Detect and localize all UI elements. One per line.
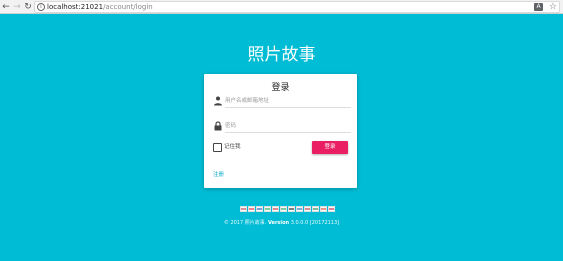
login-button[interactable]: 登录 (312, 141, 348, 154)
username-field (214, 95, 351, 109)
address-bar[interactable]: i localhost:21021/account/login A ☆ (34, 1, 560, 13)
password-input[interactable] (225, 120, 351, 133)
language-flag-icon[interactable] (320, 206, 327, 212)
footer-version-label: Version (267, 220, 290, 226)
password-field (214, 120, 351, 134)
login-card: 登录 记住我 登录 注册 (204, 74, 357, 188)
person-icon (214, 96, 222, 106)
info-icon[interactable]: i (37, 3, 45, 11)
url-text[interactable]: localhost:21021/account/login (47, 2, 153, 12)
remember-me-label[interactable]: 记住我 (224, 143, 241, 152)
language-flag-icon[interactable] (328, 206, 335, 212)
forward-arrow-icon[interactable]: → (12, 1, 22, 13)
language-switcher (240, 206, 335, 213)
footer: © 2017 照片故事. Version 3.0.0.0 [20172113] (0, 219, 563, 227)
language-flag-icon[interactable] (256, 206, 263, 212)
reload-icon[interactable]: ↻ (23, 1, 33, 13)
language-flag-icon[interactable] (248, 206, 255, 212)
language-flag-icon[interactable] (296, 206, 303, 212)
login-title: 登录 (271, 83, 290, 93)
footer-version: 3.0.0.0 [20172113] (290, 220, 340, 226)
register-link[interactable]: 注册 (213, 171, 224, 179)
language-flag-icon[interactable] (312, 206, 319, 212)
language-flag-icon[interactable] (280, 206, 287, 212)
lock-icon (214, 121, 222, 131)
back-arrow-icon[interactable]: ← (1, 1, 11, 13)
language-flag-icon[interactable] (304, 206, 311, 212)
url-host: localhost:21021 (47, 3, 104, 11)
footer-copyright: © 2017 照片故事. (223, 220, 267, 226)
browser-toolbar: ← → ↻ i localhost:21021/account/login A … (0, 0, 563, 14)
language-flag-icon[interactable] (272, 206, 279, 212)
remember-me-checkbox[interactable] (213, 143, 222, 152)
language-flag-icon[interactable] (264, 206, 271, 212)
app-title: 照片故事 (247, 45, 316, 65)
language-flag-icon[interactable] (240, 206, 247, 212)
translate-icon[interactable]: A (534, 3, 543, 11)
url-path: /account/login (103, 3, 153, 11)
username-input[interactable] (225, 95, 351, 108)
bookmark-star-icon[interactable]: ☆ (549, 2, 557, 12)
language-flag-icon[interactable] (288, 206, 295, 212)
